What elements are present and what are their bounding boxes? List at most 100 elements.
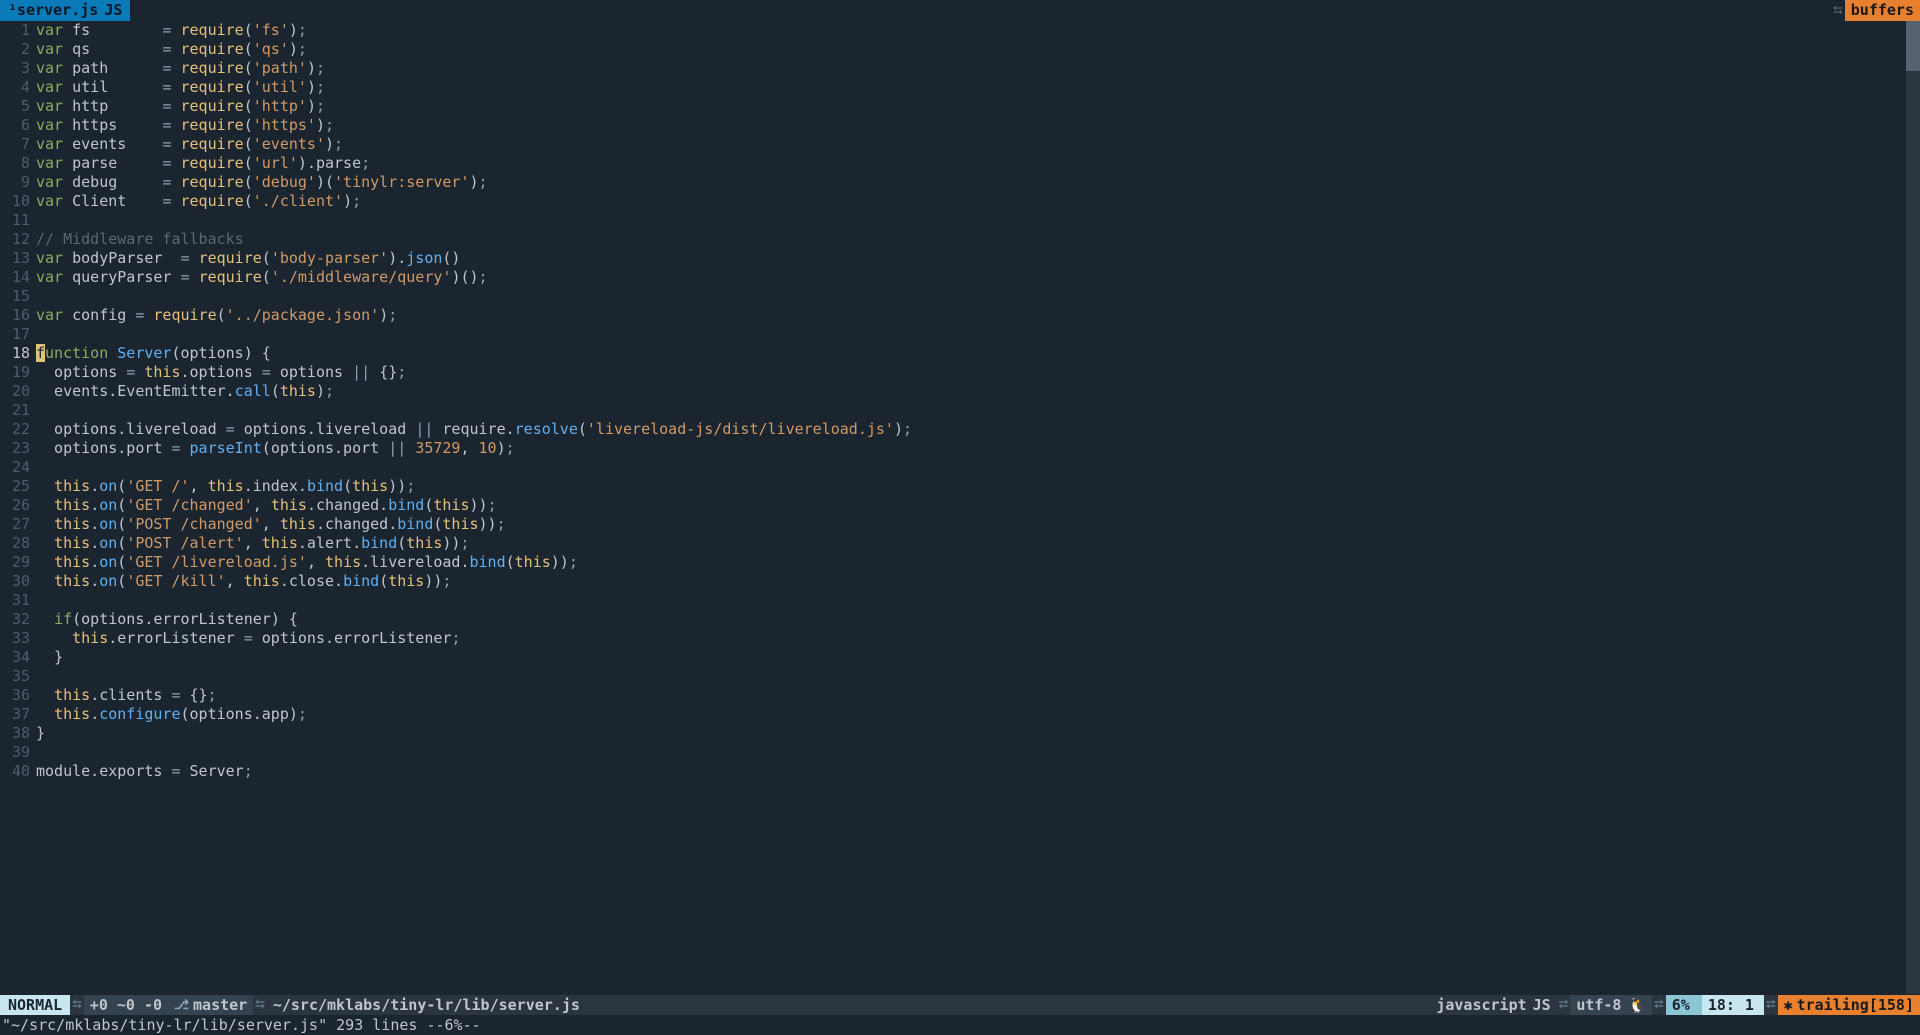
token-paren: ): [470, 173, 479, 191]
line-number: 4: [0, 78, 30, 97]
token-thiskw: this: [54, 572, 90, 590]
command-line-text: "~/src/mklabs/tiny-lr/lib/server.js" 293…: [2, 1016, 481, 1035]
code-line[interactable]: }: [36, 724, 1920, 743]
code-line[interactable]: var util = require('util');: [36, 78, 1920, 97]
token-paren: ): [379, 306, 388, 324]
code-line[interactable]: // Middleware fallbacks: [36, 230, 1920, 249]
vertical-scrollbar[interactable]: [1906, 21, 1920, 994]
token-paren: ): [325, 135, 334, 153]
token-kw: var: [36, 40, 63, 58]
code-line[interactable]: [36, 401, 1920, 420]
code-line[interactable]: this.on('POST /changed', this.changed.bi…: [36, 515, 1920, 534]
token-paren: )(: [316, 173, 334, 191]
code-line[interactable]: this.on('POST /alert', this.alert.bind(t…: [36, 534, 1920, 553]
code-line[interactable]: var config = require('../package.json');: [36, 306, 1920, 325]
token-kw: unction: [45, 344, 108, 362]
line-number: 3: [0, 59, 30, 78]
token-paren: ): [298, 154, 307, 172]
token-op: ;: [316, 97, 325, 115]
code-line[interactable]: [36, 591, 1920, 610]
code-line[interactable]: var events = require('events');: [36, 135, 1920, 154]
command-line[interactable]: "~/src/mklabs/tiny-lr/lib/server.js" 293…: [0, 1015, 1920, 1035]
line-number: 33: [0, 629, 30, 648]
token-paren: )): [388, 477, 406, 495]
token-call: bind: [388, 496, 424, 514]
token-paren: )): [424, 572, 442, 590]
code-line[interactable]: }: [36, 648, 1920, 667]
code-line[interactable]: [36, 325, 1920, 344]
scrollbar-thumb[interactable]: [1906, 21, 1920, 71]
code-line[interactable]: var fs = require('fs');: [36, 21, 1920, 40]
token-op: =: [162, 135, 180, 153]
token-ident: [36, 553, 54, 571]
scroll-percent: 6%: [1666, 995, 1702, 1015]
token-ident: .errorListener: [108, 629, 243, 647]
line-number: 5: [0, 97, 30, 116]
token-ident: options.app: [190, 705, 289, 723]
code-line[interactable]: var queryParser = require('./middleware/…: [36, 268, 1920, 287]
code-line[interactable]: options.port = parseInt(options.port || …: [36, 439, 1920, 458]
code-line[interactable]: [36, 211, 1920, 230]
code-line[interactable]: var http = require('http');: [36, 97, 1920, 116]
token-op: =: [126, 363, 144, 381]
code-line[interactable]: this.on('GET /kill', this.close.bind(thi…: [36, 572, 1920, 591]
code-line[interactable]: var qs = require('qs');: [36, 40, 1920, 59]
code-line[interactable]: this.on('GET /livereload.js', this.liver…: [36, 553, 1920, 572]
code-line[interactable]: options = this.options = options || {};: [36, 363, 1920, 382]
buffers-indicator[interactable]: buffers: [1845, 0, 1920, 21]
code-line[interactable]: [36, 458, 1920, 477]
token-op: ;: [506, 439, 515, 457]
code-line[interactable]: function Server(options) {: [36, 344, 1920, 363]
code-line[interactable]: if(options.errorListener) {: [36, 610, 1920, 629]
code-content[interactable]: var fs = require('fs');var qs = require(…: [36, 21, 1920, 994]
code-line[interactable]: events.EventEmitter.call(this);: [36, 382, 1920, 401]
code-line[interactable]: options.livereload = options.livereload …: [36, 420, 1920, 439]
token-paren: ): [289, 40, 298, 58]
code-line[interactable]: var https = require('https');: [36, 116, 1920, 135]
token-op: =: [162, 173, 180, 191]
code-line[interactable]: var debug = require('debug')('tinylr:ser…: [36, 173, 1920, 192]
token-ident: [36, 477, 54, 495]
line-number-gutter: 1234567891011121314151617181920212223242…: [0, 21, 36, 994]
line-number: 38: [0, 724, 30, 743]
token-ident: [36, 610, 54, 628]
code-line[interactable]: this.clients = {};: [36, 686, 1920, 705]
line-number: 17: [0, 325, 30, 344]
code-line[interactable]: [36, 743, 1920, 762]
token-paren: ): [316, 116, 325, 134]
token-thiskw: this: [54, 515, 90, 533]
token-thiskw: this: [208, 477, 244, 495]
token-op: ;: [298, 40, 307, 58]
line-number: 9: [0, 173, 30, 192]
code-line[interactable]: [36, 287, 1920, 306]
token-call: bind: [470, 553, 506, 571]
token-kw: var: [36, 97, 63, 115]
token-op: =: [162, 59, 180, 77]
code-line[interactable]: module.exports = Server;: [36, 762, 1920, 781]
active-tab[interactable]: ¹server.js JS: [0, 0, 130, 21]
code-line[interactable]: [36, 667, 1920, 686]
code-line[interactable]: var parse = require('url').parse;: [36, 154, 1920, 173]
git-branch: master: [168, 995, 253, 1015]
token-kw: var: [36, 306, 63, 324]
token-op: ;: [442, 572, 451, 590]
code-line[interactable]: var path = require('path');: [36, 59, 1920, 78]
token-thiskw: this: [144, 363, 180, 381]
editor-area[interactable]: 1234567891011121314151617181920212223242…: [0, 21, 1920, 994]
warning-icon: [1784, 996, 1793, 1015]
token-op: ;: [488, 496, 497, 514]
code-line[interactable]: this.on('GET /', this.index.bind(this));: [36, 477, 1920, 496]
line-number: 26: [0, 496, 30, 515]
token-call: on: [99, 515, 117, 533]
token-paren: ): [307, 78, 316, 96]
code-line[interactable]: var bodyParser = require('body-parser').…: [36, 249, 1920, 268]
code-line[interactable]: this.configure(options.app);: [36, 705, 1920, 724]
code-line[interactable]: this.errorListener = options.errorListen…: [36, 629, 1920, 648]
token-paren: (: [262, 249, 271, 267]
token-ident: [36, 534, 54, 552]
code-line[interactable]: var Client = require('./client');: [36, 192, 1920, 211]
code-line[interactable]: this.on('GET /changed', this.changed.bin…: [36, 496, 1920, 515]
token-ident: [36, 629, 72, 647]
line-number: 32: [0, 610, 30, 629]
token-paren: (: [244, 116, 253, 134]
